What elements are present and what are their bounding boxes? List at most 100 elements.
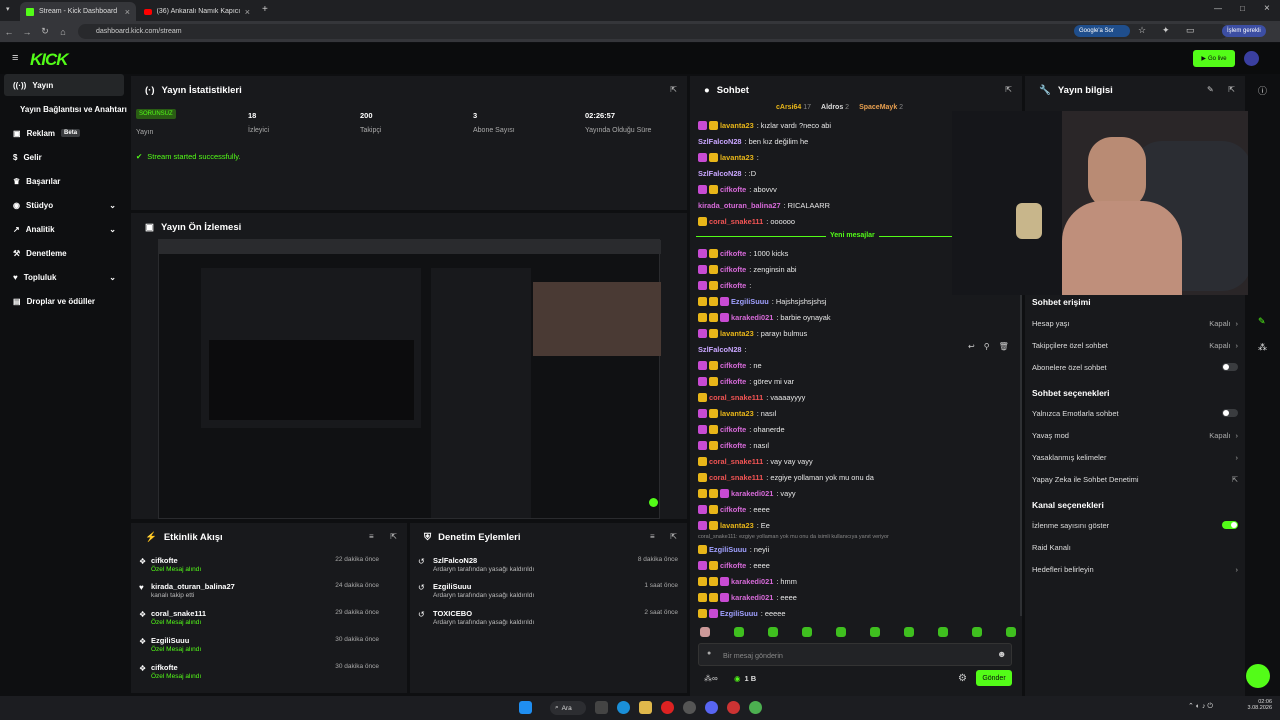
emote-icon[interactable] — [802, 627, 812, 637]
chat-username[interactable]: karakedi021 — [731, 577, 773, 586]
chat-username[interactable]: cifkofte — [720, 505, 746, 514]
profile-action-button[interactable]: İşlem gerekli — [1222, 25, 1266, 37]
address-bar[interactable]: dashboard.kick.com/stream — [78, 24, 1228, 39]
emote-icon[interactable] — [1006, 627, 1016, 637]
sidebar-item-reklam[interactable]: ▣ Reklam Beta — [4, 122, 124, 144]
tray-icons[interactable]: ⌃ ◐ ♪ ⏻ — [1188, 702, 1213, 711]
chat-message[interactable]: lavanta23: Ee — [698, 519, 770, 532]
chat-username[interactable]: coral_snake111 — [709, 473, 763, 482]
chat-message[interactable]: SzlFalcoN28: ben kız değilim he — [698, 135, 808, 148]
modlog-user[interactable]: TOXICEBO — [433, 609, 472, 618]
emote-icon[interactable] — [768, 627, 778, 637]
chat-username[interactable]: lavanta23 — [720, 121, 754, 130]
popout-icon[interactable]: ⇱ — [1005, 85, 1012, 94]
forward-icon[interactable]: → — [18, 27, 36, 37]
chatters-icon[interactable]: ⁂∞ — [704, 674, 718, 683]
obs-icon[interactable] — [683, 701, 696, 714]
chat-message[interactable]: kirada_oturan_balina27: RICALAARR — [698, 199, 830, 212]
chat-message[interactable]: karakedi021: vayy — [698, 487, 796, 500]
chat-message[interactable]: coral_snake111: vaaaayyyy — [698, 391, 805, 404]
activity-user[interactable]: kirada_oturan_balina27 — [151, 582, 235, 591]
sidebar-item-basarilar[interactable]: ♛ Başarılar — [4, 170, 124, 192]
emote-icon[interactable] — [938, 627, 948, 637]
filter-icon[interactable]: ≡ — [650, 532, 655, 541]
davinci-icon[interactable] — [727, 701, 740, 714]
chat-username[interactable]: cifkofte — [720, 425, 746, 434]
chat-username[interactable]: EzgiliSuuu — [731, 297, 769, 306]
chat-message[interactable]: cifkofte: zenginsin abi — [698, 263, 797, 276]
chat-username[interactable]: coral_snake111 — [709, 217, 763, 226]
go-live-button[interactable]: ▶ Go live — [1193, 50, 1235, 67]
chat-username[interactable]: cifkofte — [720, 441, 746, 450]
taskbar-search[interactable]: ⌕ Ara — [550, 701, 586, 715]
chat-username[interactable]: cifkofte — [720, 185, 746, 194]
chat-message[interactable]: coral_snake111: vay vay vayy — [698, 455, 813, 468]
chat-username[interactable]: coral_snake111 — [709, 393, 763, 402]
setting-ai-moderation[interactable]: Yapay Zeka ile Sohbet Denetimi ⇱ — [1032, 472, 1238, 486]
chat-username[interactable]: coral_snake111 — [709, 457, 763, 466]
chat-message[interactable]: SzlFalcoN28: — [698, 343, 747, 356]
chat-username[interactable]: lavanta23 — [720, 153, 754, 162]
sidebar-item-gelir[interactable]: $ Gelir — [4, 146, 124, 168]
sidebar-item-studyo[interactable]: ◉ Stüdyo ⌄ — [4, 194, 124, 216]
setting-goals[interactable]: Hedefleri belirleyin › — [1032, 562, 1238, 576]
chat-message[interactable]: EzgiliSuuu: Hajshsjshsjshsj — [698, 295, 826, 308]
avatar[interactable] — [1244, 51, 1259, 66]
chat-input[interactable]: ● Bir mesaj gönderin ☻ — [698, 643, 1012, 666]
chat-username[interactable]: cifkofte — [720, 249, 746, 258]
popout-icon[interactable]: ⇱ — [670, 532, 677, 541]
trash-icon[interactable]: 🗑 — [999, 342, 1009, 351]
windows-start-icon[interactable] — [519, 701, 532, 714]
chat-username[interactable]: kirada_oturan_balina27 — [698, 201, 781, 210]
sidebar-item-denetleme[interactable]: ⚒ Denetleme — [4, 242, 124, 264]
gifter-2[interactable]: Aldros 2 — [821, 104, 849, 111]
filter-icon[interactable]: ≡ — [369, 532, 374, 541]
activity-user[interactable]: cifkofte — [151, 556, 178, 565]
sidebar-item-topluluk[interactable]: ♥ Topluluk ⌄ — [4, 266, 124, 288]
chat-message[interactable]: lavanta23: nasıl — [698, 407, 776, 420]
chat-message[interactable]: karakedi021: barbie oynayak — [698, 311, 831, 324]
chat-username[interactable]: SzlFalcoN28 — [698, 345, 742, 354]
emote-icon[interactable] — [734, 627, 744, 637]
back-icon[interactable]: ← — [0, 27, 18, 37]
chat-username[interactable]: karakedi021 — [731, 593, 773, 602]
gifter-3[interactable]: SpaceMayk 2 — [859, 104, 903, 111]
show-viewcount-toggle[interactable] — [1222, 521, 1238, 529]
setting-banned-words[interactable]: Yasaklanmış kelimeler › — [1032, 450, 1238, 464]
emote-icon[interactable]: ☻ — [997, 649, 1006, 659]
chat-message[interactable]: coral_snake111: ezgiye yollaman yok mu o… — [698, 471, 874, 484]
chat-username[interactable]: cifkofte — [720, 361, 746, 370]
sidebar-item-droplar[interactable]: ▤ Droplar ve ödüller — [4, 290, 124, 312]
pin-icon[interactable]: ⚲ — [984, 342, 990, 351]
chat-username[interactable]: SzlFalcoN28 — [698, 169, 742, 178]
modlog-user[interactable]: EzgiliSuuu — [433, 582, 471, 591]
subscribers-only-toggle[interactable] — [1222, 363, 1238, 371]
points-display[interactable]: ◉ 1 B — [734, 674, 756, 683]
chat-message[interactable]: cifkofte: eeee — [698, 503, 770, 516]
edge-icon[interactable] — [617, 701, 630, 714]
reply-icon[interactable]: ↩ — [968, 342, 975, 351]
activity-user[interactable]: EzgiliSuuu — [151, 636, 189, 645]
task-view-icon[interactable] — [595, 701, 608, 714]
tab-youtube[interactable]: (36) Ankaralı Namık Kapıcı İzzet × — [138, 2, 256, 21]
share-icon[interactable]: ⁂ — [1258, 342, 1267, 353]
kick-logo[interactable]: KICK — [30, 50, 69, 70]
settings-gear-icon[interactable]: ⚙ — [958, 673, 967, 684]
chat-message[interactable]: EzgiliSuuu: neyii — [698, 543, 769, 556]
chat-message[interactable]: lavanta23: kızlar vardı ?neco abi — [698, 119, 831, 132]
wrench-icon[interactable]: ✎ — [1258, 316, 1266, 327]
reload-icon[interactable]: ↻ — [36, 26, 54, 37]
chat-message[interactable]: cifkofte: — [698, 279, 751, 292]
emote-icon[interactable] — [836, 627, 846, 637]
opera-icon[interactable] — [661, 701, 674, 714]
url-text[interactable]: dashboard.kick.com/stream — [96, 28, 182, 35]
chat-username[interactable]: cifkofte — [720, 281, 746, 290]
google-ask-button[interactable]: Google'a Sor — [1074, 25, 1130, 37]
chat-username[interactable]: EzgiliSuuu — [709, 545, 747, 554]
close-icon[interactable]: × — [245, 7, 250, 17]
clock[interactable]: 02:06 3.08.2026 — [1240, 699, 1272, 711]
chat-message[interactable]: cifkofte: görev mi var — [698, 375, 794, 388]
info-icon[interactable]: ⓘ — [1258, 84, 1267, 97]
chat-username[interactable]: cifkofte — [720, 377, 746, 386]
chat-username[interactable]: lavanta23 — [720, 521, 754, 530]
